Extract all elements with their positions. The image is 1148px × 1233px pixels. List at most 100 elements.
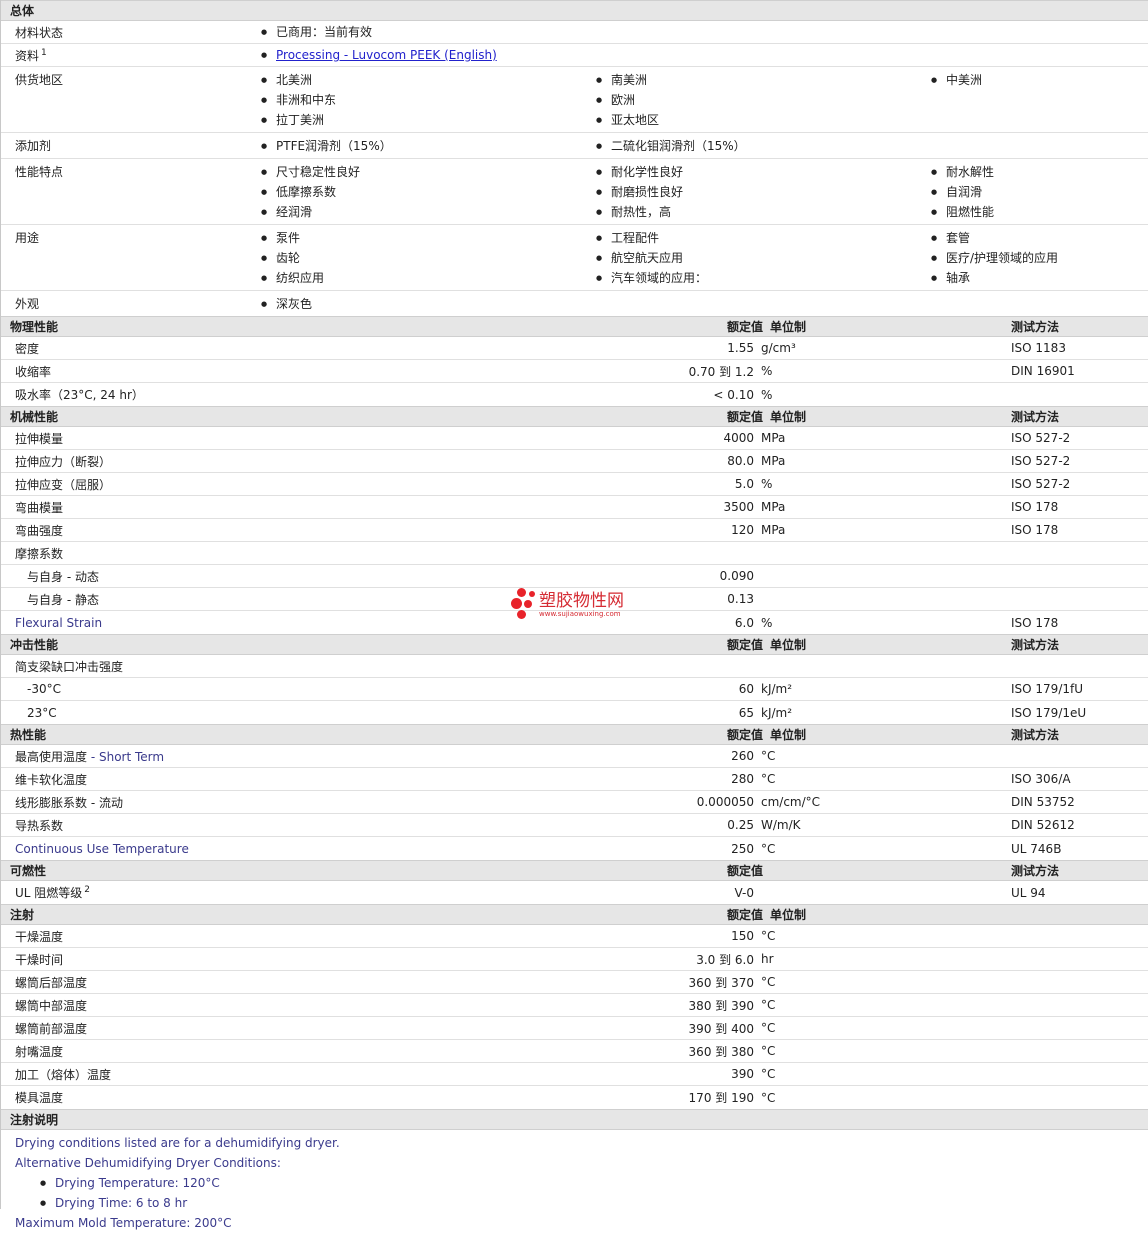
list-column: 南美洲欧洲亚太地区 — [596, 70, 931, 130]
table-row: 螺筒中部温度 380 到 390 °C — [1, 994, 1148, 1017]
footnote-ref: 1 — [41, 47, 47, 58]
watermark-url: www.sujiaowuxing.com — [539, 609, 621, 618]
additives-list: PTFE润滑剂（15%）二硫化钼润滑剂（15%） — [261, 133, 1148, 158]
table-row: 密度 1.55 g/cm³ ISO 1183 — [1, 337, 1148, 360]
row-method: DIN 16901 — [1011, 364, 1075, 378]
table-row: 弯曲模量 3500 MPa ISO 178 — [1, 496, 1148, 519]
unit-header: 单位制 — [770, 908, 807, 922]
row-label: 拉伸应变（屈服） — [15, 477, 112, 492]
row-unit: °C — [761, 841, 776, 856]
document-link[interactable]: Processing - Luvocom PEEK (English) — [276, 48, 497, 62]
table-row: 维卡软化温度 280 °C ISO 306/A — [1, 768, 1148, 791]
row-label: 添加剂 — [15, 139, 52, 153]
section-title: 热性能 — [10, 728, 47, 742]
list-item: 二硫化钼润滑剂（15%） — [596, 136, 931, 156]
row-method: ISO 527-2 — [1011, 477, 1071, 491]
material-status-value: 已商用：当前有效 — [261, 22, 372, 42]
row-value: 260 — [731, 749, 754, 763]
row-continuous-use: Continuous Use Temperature 250 °C UL 746… — [1, 837, 1148, 860]
list-item: 纺织应用 — [261, 268, 596, 288]
watermark-dots-icon — [509, 588, 539, 622]
row-label: 螺筒后部温度 — [15, 975, 88, 990]
row-unit: °C — [761, 772, 776, 786]
table-row: 收缩率 0.70 到 1.2% DIN 16901 — [1, 360, 1148, 383]
mechanical-rows: 拉伸模量 4000 MPa ISO 527-2 拉伸应力（断裂） 80.0 MPa ISO 5… — [1, 427, 1148, 542]
list-item: 尺寸稳定性良好 — [261, 162, 596, 182]
row-label: 用途 — [15, 231, 40, 245]
row-value: 0.70 到 1.2 — [688, 364, 754, 379]
impact-rows: -30°C 60 kJ/m² ISO 179/1fU 23°C 65 kJ/m² ISO 17… — [1, 678, 1148, 724]
list-item: 深灰色 — [261, 294, 596, 314]
list-item: 耐水解性 — [931, 162, 1131, 182]
list-item: 非洲和中东 — [261, 90, 596, 110]
list-item: 南美洲 — [596, 70, 931, 90]
list-item: 齿轮 — [261, 248, 596, 268]
thermal-rows: 最高使用温度 - Short Term 260 °C 维卡软化温度 280 °C ISO 3… — [1, 745, 1148, 837]
list-item: 工程配件 — [596, 228, 931, 248]
row-value: 65 — [738, 705, 754, 720]
method-header: 测试方法 — [1011, 410, 1060, 424]
row-method: ISO 179/1fU — [1011, 682, 1084, 696]
row-label: UL 阻燃等级 2 — [15, 885, 91, 900]
row-label: 与自身 - 动态 — [27, 569, 99, 584]
row-label: 收缩率 — [15, 364, 52, 379]
row-value: 80.0 — [727, 454, 754, 468]
row-unit: cm/cm/°C — [761, 795, 821, 809]
method-header: 测试方法 — [1011, 728, 1060, 742]
table-row: 干燥时间 3.0 到 6.0 hr — [1, 948, 1148, 971]
table-row: 23°C 65 kJ/m² ISO 179/1eU — [1, 701, 1148, 724]
row-unit: MPa — [761, 500, 786, 514]
section-title: 总体 — [10, 4, 35, 18]
list-item: 低摩擦系数 — [261, 182, 596, 202]
row-value: 0.000050 — [696, 795, 754, 809]
row-ul-rating: UL 阻燃等级 2 V-0 UL 94 — [1, 881, 1148, 904]
list-item: 泵件 — [261, 228, 596, 248]
row-unit: kJ/m² — [761, 705, 793, 720]
method-header: 测试方法 — [1011, 638, 1060, 652]
list-column: 北美洲非洲和中东拉丁美洲 — [261, 70, 596, 130]
nominal-header: 额定值 — [726, 728, 763, 742]
row-value: 120 — [731, 523, 754, 537]
list-item: 医疗/护理领域的应用 — [931, 248, 1131, 268]
row-label: 性能特点 — [15, 165, 64, 179]
row-label: 模具温度 — [15, 1091, 64, 1105]
row-value: 150 — [731, 929, 754, 943]
row-notched-impact: 简支梁缺口冲击强度 — [1, 655, 1148, 678]
list-column: 二硫化钼润滑剂（15%） — [596, 136, 931, 156]
section-physical-header: 物理性能 额定值 单位制 测试方法 — [1, 316, 1148, 337]
row-unit: °C — [761, 975, 776, 989]
row-method: UL 746B — [1011, 841, 1062, 856]
row-label: 密度 — [15, 341, 40, 356]
row-label: 弯曲模量 — [15, 500, 64, 515]
row-features: 性能特点 尺寸稳定性良好低摩擦系数经润滑耐化学性良好耐磨损性良好耐热性，高耐水解… — [1, 159, 1148, 225]
row-value: 3.0 到 6.0 — [696, 952, 754, 967]
table-row: 模具温度 170 到 190 °C — [1, 1086, 1148, 1109]
section-title: 物理性能 — [10, 320, 59, 334]
list-column: 工程配件航空航天应用汽车领域的应用： — [596, 228, 931, 288]
row-additives: 添加剂 PTFE润滑剂（15%）二硫化钼润滑剂（15%） — [1, 133, 1148, 159]
row-method: DIN 52612 — [1011, 818, 1075, 832]
list-item: 套管 — [931, 228, 1131, 248]
row-method: ISO 1183 — [1011, 341, 1066, 355]
row-label: 摩擦系数 — [15, 546, 64, 561]
section-injection-header: 注射 额定值 单位制 — [1, 904, 1148, 925]
row-label: 加工（熔体）温度 — [15, 1067, 112, 1082]
table-row: 加工（熔体）温度 390 °C — [1, 1063, 1148, 1086]
list-column: PTFE润滑剂（15%） — [261, 136, 596, 156]
row-unit: °C — [761, 1044, 776, 1058]
section-title: 可燃性 — [10, 864, 47, 878]
document-item: Processing - Luvocom PEEK (English) — [261, 45, 497, 65]
row-unit: hr — [761, 952, 774, 966]
list-column: 耐化学性良好耐磨损性良好耐热性，高 — [596, 162, 931, 222]
row-unit: °C — [761, 749, 776, 763]
section-thermal-header: 热性能 额定值 单位制 测试方法 — [1, 724, 1148, 745]
row-value: 5.0 — [734, 477, 754, 491]
row-value: 390 到 400 — [688, 1021, 754, 1036]
list-column: 中美洲 — [931, 70, 1131, 130]
note-bullet: Drying Temperature: 120°C — [15, 1173, 1148, 1193]
table-row: 拉伸应力（断裂） 80.0 MPa ISO 527-2 — [1, 450, 1148, 473]
unit-header: 单位制 — [770, 728, 807, 742]
row-value: 280 — [731, 772, 754, 786]
row-label: 23°C — [27, 705, 57, 720]
row-method: ISO 178 — [1011, 500, 1059, 514]
